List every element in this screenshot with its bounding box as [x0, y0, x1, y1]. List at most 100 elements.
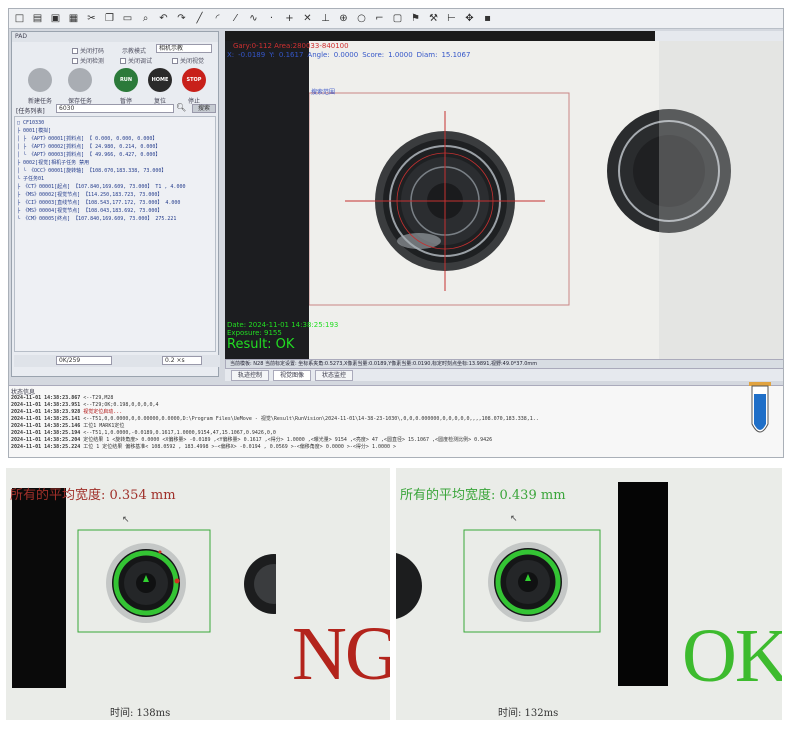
y-label: Y:: [269, 51, 275, 59]
pause-button[interactable]: RUN: [114, 68, 138, 92]
tree-item[interactable]: └ 《CM》00005[终点] 【107.840,169.609, 73.000…: [17, 215, 213, 223]
flag-icon[interactable]: ⚑: [409, 12, 422, 25]
task-tree[interactable]: □ CF10330 ├ 0001[模拟] │ ├ 《APT》00001[抓料点]…: [14, 116, 216, 352]
log-timestamp: 2024-11-01 14:38:23.928: [11, 409, 81, 415]
stop-button[interactable]: STOP: [182, 68, 206, 92]
cut-icon[interactable]: ✂: [85, 12, 98, 25]
calibration-status-strip: 当前模板: N28 当前标定设置: 坐标系夹角:0.5273,X像素当量:0.0…: [225, 359, 783, 369]
tree-item[interactable]: ├ 《MS》00004[视觉节点] 【108.043,183.692, 73.0…: [17, 207, 213, 215]
log-message: <--T29,M28: [83, 395, 114, 401]
tab-vision-image[interactable]: 视觉图像: [273, 369, 312, 381]
angle-label: Angle:: [307, 51, 330, 59]
copy-icon[interactable]: ❐: [103, 12, 116, 25]
checkbox-close-detect[interactable]: 关闭检测: [72, 56, 104, 65]
new-icon[interactable]: □: [13, 12, 26, 25]
log-message: 定位结果 1 <旋转角度> 0.0000 <X偏移量> -0.0189 ,<Y偏…: [83, 437, 493, 443]
tree-item[interactable]: ├ 0002[视觉]相机子任务 禁用: [17, 159, 213, 167]
curve-icon[interactable]: ∿: [247, 12, 260, 25]
log-timestamp: 2024-11-01 14:38:25.224: [11, 444, 81, 450]
log-message: 工位 1 定位结果 偏移基准< 108.0592 , 183.4998 >-<偏…: [83, 444, 397, 450]
log-line: 2024-11-01 14:38:25.204 定位结果 1 <旋转角度> 0.…: [11, 437, 731, 444]
camera-info-line: Gary:0-112 Area:280033-840100: [233, 42, 349, 50]
save-task-button[interactable]: [68, 68, 92, 92]
view-tabs: 轨迹控制 视觉图像 状态监控: [225, 369, 783, 381]
vision-software-window: □ ▤ ▣ ▦ ✂ ❐ ▭ ⌕ ↶ ↷ ╱ ◜ ⁄ ∿ · + ✕ ⊥ ⊕ ○ ⌐ ▢ ⚑ ⚒ ⊢ ✥ ▪ PAD 关闭打码 关闭检…: [8, 8, 784, 458]
mouse-cursor-icon: ↖: [122, 515, 130, 525]
tree-item[interactable]: ├ 《CI》00003[直线节点] 【108.543,177.172, 73.0…: [17, 199, 213, 207]
date-line: Date: 2024-11-01 14:38:25:193: [227, 321, 339, 329]
tree-item[interactable]: │ ├ 《APT》00001[抓料点] 【 0.000, 0.000, 0.00…: [17, 135, 213, 143]
log-line: 2024-11-01 14:38:25.141 <--T51,0,0.0000,…: [11, 416, 731, 423]
ok-average-width: 所有的平均宽度: 0.439 mm: [400, 488, 566, 503]
bracket-icon[interactable]: ⌐: [373, 12, 386, 25]
tab-trajectory[interactable]: 轨迹控制: [231, 369, 270, 381]
home-button[interactable]: HOME: [148, 68, 172, 92]
log-timestamp: 2024-11-01 14:38:25.204: [11, 437, 81, 443]
log-message: <--T29;OK;0.198,0,0,0,0,4: [83, 402, 159, 408]
search-icon[interactable]: 🔍︎: [176, 103, 186, 112]
task-list-select[interactable]: 6030: [56, 104, 174, 113]
cross-icon[interactable]: ✕: [301, 12, 314, 25]
tab-status-monitor[interactable]: 状态监控: [315, 369, 354, 381]
mode-select[interactable]: 相机示教: [156, 44, 212, 53]
tree-item[interactable]: □ CF10330: [17, 119, 213, 127]
exposure-line: Exposure: 9155: [227, 329, 282, 337]
x-value: -0.0189: [238, 51, 266, 59]
log-message: 视觉定位启动...: [83, 409, 123, 415]
arc-icon[interactable]: ◜: [211, 12, 224, 25]
checkbox-close-debug[interactable]: 关闭调试: [120, 56, 152, 65]
ni-icon[interactable]: ▪: [481, 12, 494, 25]
save-icon[interactable]: ▣: [49, 12, 62, 25]
y-value: 0.1617: [278, 51, 304, 59]
ng-average-width: 所有的平均宽度: 0.354 mm: [10, 488, 176, 503]
mode-label: 示教模式: [122, 48, 147, 55]
measure-icon[interactable]: ⊥: [319, 12, 332, 25]
tree-item[interactable]: │ └ 《OCC》00001[旋转轴] 【108.070,183.338, 73…: [17, 167, 213, 175]
stop-icon: STOP: [186, 77, 202, 83]
ruler-icon[interactable]: ⊢: [445, 12, 458, 25]
dot-icon[interactable]: ·: [265, 12, 278, 25]
log-timestamp: 2024-11-01 14:38:25.146: [11, 423, 81, 429]
score-label: Score:: [362, 51, 385, 59]
circle-icon[interactable]: ○: [355, 12, 368, 25]
slash-icon[interactable]: ⁄: [229, 12, 242, 25]
ng-verdict: NG: [292, 612, 390, 696]
tree-item[interactable]: │ ├ 《APT》00002[抓料点] 【 24.980, 0.214, 0.0…: [17, 143, 213, 151]
test-tube-icon[interactable]: [745, 380, 775, 442]
line-icon[interactable]: ╱: [193, 12, 206, 25]
open-icon[interactable]: ▤: [31, 12, 44, 25]
ng-time: 时间: 138ms: [110, 708, 171, 719]
counter-field[interactable]: 0K/259: [56, 356, 112, 365]
main-toolbar: □ ▤ ▣ ▦ ✂ ❐ ▭ ⌕ ↶ ↷ ╱ ◜ ⁄ ∿ · + ✕ ⊥ ⊕ ○ ⌐ ▢ ⚑ ⚒ ⊢ ✥ ▪: [9, 9, 783, 29]
plus-icon[interactable]: +: [283, 12, 296, 25]
ng-result-photo: 所有的平均宽度: 0.354 mm NG 时间: 138ms ↖: [6, 468, 390, 720]
paste-icon[interactable]: ▭: [121, 12, 134, 25]
log-line: 2024-11-01 14:38:23.867 <--T29,M28: [11, 395, 731, 402]
new-task-button[interactable]: [28, 68, 52, 92]
tree-item[interactable]: └ 子任务01: [17, 175, 213, 183]
log-line: 2024-11-01 14:38:23.951 <--T29;OK;0.198,…: [11, 402, 731, 409]
move-icon[interactable]: ✥: [463, 12, 476, 25]
zoom-icon[interactable]: ⌕: [139, 12, 152, 25]
speed-field[interactable]: 0.2 ×s: [162, 356, 202, 365]
pause-icon: RUN: [119, 77, 133, 83]
checkbox-close-vision[interactable]: 关闭视觉: [172, 56, 204, 65]
tree-item[interactable]: ├ 0001[模拟]: [17, 127, 213, 135]
pad-panel: PAD 关闭打码 关闭检测 关闭调试 关闭视觉 示教模式 相机示教 新建任务 保…: [11, 31, 220, 377]
undo-icon[interactable]: ↶: [157, 12, 170, 25]
tool-icon[interactable]: ⚒: [427, 12, 440, 25]
search-button[interactable]: 搜索: [192, 104, 216, 113]
home-icon: HOME: [151, 77, 169, 83]
log-line: 2024-11-01 14:38:23.928 视觉定位启动...: [11, 409, 731, 416]
redo-icon[interactable]: ↷: [175, 12, 188, 25]
tree-item[interactable]: ├ 《CT》00001[起点] 【107.840,169.609, 73.000…: [17, 183, 213, 191]
log-timestamp: 2024-11-01 14:38:25.194: [11, 430, 81, 436]
tree-item[interactable]: │ └ 《APT》00003[抓料点] 【 49.966, 0.427, 0.0…: [17, 151, 213, 159]
tree-item[interactable]: ├ 《MS》00002[视觉节点] 【114.250,183.723, 73.0…: [17, 191, 213, 199]
target-icon[interactable]: ⊕: [337, 12, 350, 25]
diam-value: 15.1067: [441, 51, 471, 59]
grid-icon[interactable]: ▦: [67, 12, 80, 25]
frame-icon[interactable]: ▢: [391, 12, 404, 25]
x-label: X:: [227, 51, 235, 59]
checkbox-close-code[interactable]: 关闭打码: [72, 46, 104, 55]
